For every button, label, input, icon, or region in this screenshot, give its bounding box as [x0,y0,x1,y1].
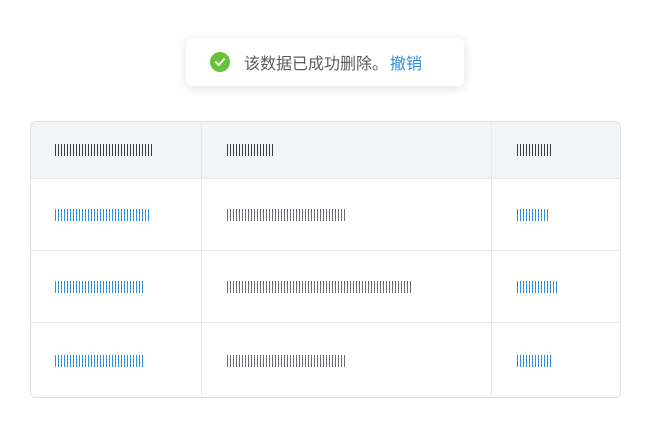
row-1-col-2: |||||||||||||||||||||||||||||||||||||| [227,208,345,221]
table-row: |||||||||||||||||||||||||||| |||||||||||… [31,323,620,397]
row-3-col-3[interactable]: ||||||||||| [517,354,553,367]
header-label-1: |||||||||||||||||||||||||||||||| [55,144,153,156]
row-1-col-1[interactable]: |||||||||||||||||||||||||||||| [55,208,149,221]
table-row: |||||||||||||||||||||||||||||| |||||||||… [31,179,620,251]
row-3-action-cell[interactable]: ||||||||||| [492,323,620,397]
row-3-text-cell: |||||||||||||||||||||||||||||||||||||| [202,323,492,397]
row-3-col-2: |||||||||||||||||||||||||||||||||||||| [227,354,345,367]
row-1-text-cell: |||||||||||||||||||||||||||||||||||||| [202,179,492,250]
row-3-col-1[interactable]: |||||||||||||||||||||||||||| [55,354,145,367]
page: 该数据已成功删除。 撤销 |||||||||||||||||||||||||||… [0,0,652,444]
table-header-row: |||||||||||||||||||||||||||||||| |||||||… [31,122,620,179]
checkmark-icon [215,58,225,66]
row-2-col-1[interactable]: |||||||||||||||||||||||||||| [55,280,145,293]
row-2-col-3[interactable]: ||||||||||||| [517,280,557,293]
row-2-text-cell: ||||||||||||||||||||||||||||||||||||||||… [202,251,492,322]
header-label-3: |||||||||||| [517,144,553,156]
header-cell-3[interactable]: |||||||||||| [492,122,620,178]
row-1-col-3[interactable]: |||||||||| [517,208,549,221]
toast-notification: 该数据已成功删除。 撤销 [186,38,464,86]
row-2-action-cell[interactable]: ||||||||||||| [492,251,620,322]
row-2-col-2: ||||||||||||||||||||||||||||||||||||||||… [227,280,411,293]
row-2-link-cell[interactable]: |||||||||||||||||||||||||||| [31,251,202,322]
table-row: |||||||||||||||||||||||||||| |||||||||||… [31,251,620,323]
header-cell-2[interactable]: |||||||||||||||| [202,122,492,178]
header-cell-1[interactable]: |||||||||||||||||||||||||||||||| [31,122,202,178]
row-1-action-cell[interactable]: |||||||||| [492,179,620,250]
data-table: |||||||||||||||||||||||||||||||| |||||||… [30,121,621,398]
row-1-link-cell[interactable]: |||||||||||||||||||||||||||||| [31,179,202,250]
header-label-2: |||||||||||||||| [227,144,275,156]
row-3-link-cell[interactable]: |||||||||||||||||||||||||||| [31,323,202,397]
toast-message: 该数据已成功删除。 [244,54,389,73]
undo-link[interactable]: 撤销 [390,50,422,74]
check-circle-icon [210,52,230,72]
